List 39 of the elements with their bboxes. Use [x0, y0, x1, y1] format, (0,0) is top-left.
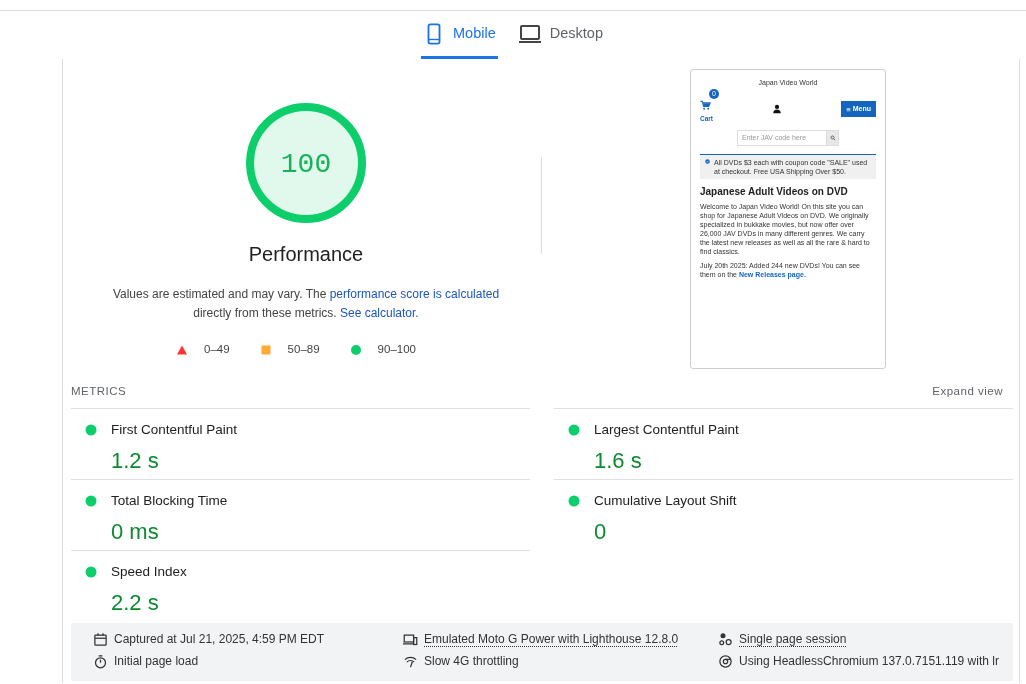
metric-name: Total Blocking Time: [111, 492, 229, 511]
metric-name: First Contentful Paint: [111, 421, 239, 440]
metric-value: 2.2 s: [111, 588, 160, 617]
metric-value: 0: [594, 517, 608, 546]
metric-value: 1.6 s: [594, 446, 643, 475]
score-value: 100: [280, 149, 332, 180]
stopwatch-icon: [93, 653, 108, 669]
tab[interactable]: Mobile: [421, 11, 498, 59]
metric-value: 0 ms: [111, 517, 160, 546]
metric-name: Largest Contentful Paint: [594, 421, 740, 440]
metric-name: Speed Index: [111, 563, 188, 582]
info-text: Initial page load: [114, 653, 199, 671]
info-link[interactable]: Emulated Moto G Power with Lighthouse 12.8.0: [424, 630, 679, 649]
search-button[interactable]: [827, 129, 839, 147]
check-icon: [705, 159, 710, 165]
calculator-link[interactable]: See calculator.: [340, 306, 419, 320]
legend-label: 90–100: [377, 342, 416, 357]
expand-view-button[interactable]: Expand view: [932, 383, 1003, 401]
section-label: METRICS: [71, 384, 127, 399]
info-text: Slow 4G throttling: [424, 653, 519, 671]
score-link[interactable]: performance score is calculated: [329, 287, 500, 301]
dots-icon: [718, 631, 733, 647]
legend-label: 50–89: [287, 342, 320, 357]
metric-value: 1.2 s: [111, 446, 160, 475]
user-icon: [771, 104, 782, 115]
calendar-icon: [93, 631, 108, 647]
devices-icon: [403, 631, 418, 647]
browser-icon: [718, 653, 733, 669]
legend-label: 0–49: [204, 342, 230, 357]
info-link[interactable]: Single page session: [739, 630, 847, 649]
info-text: Using HeadlessChromium 137.0.7151.119 with lr: [739, 653, 999, 671]
description-text: Values are estimated and may vary. The performance score is calculated directly from these metrics. See calculator.: [111, 286, 501, 322]
gauge-title: Performance: [247, 242, 365, 267]
search-icon: [829, 135, 836, 141]
page-heading: Japanese Adult Videos on DVD: [700, 185, 849, 199]
cart-icon: [700, 99, 711, 111]
metric-name: Cumulative Layout Shift: [594, 492, 738, 511]
info-text: Captured at Jul 21, 2025, 4:59 PM EDT: [114, 631, 325, 649]
tab[interactable]: Desktop: [515, 11, 605, 59]
